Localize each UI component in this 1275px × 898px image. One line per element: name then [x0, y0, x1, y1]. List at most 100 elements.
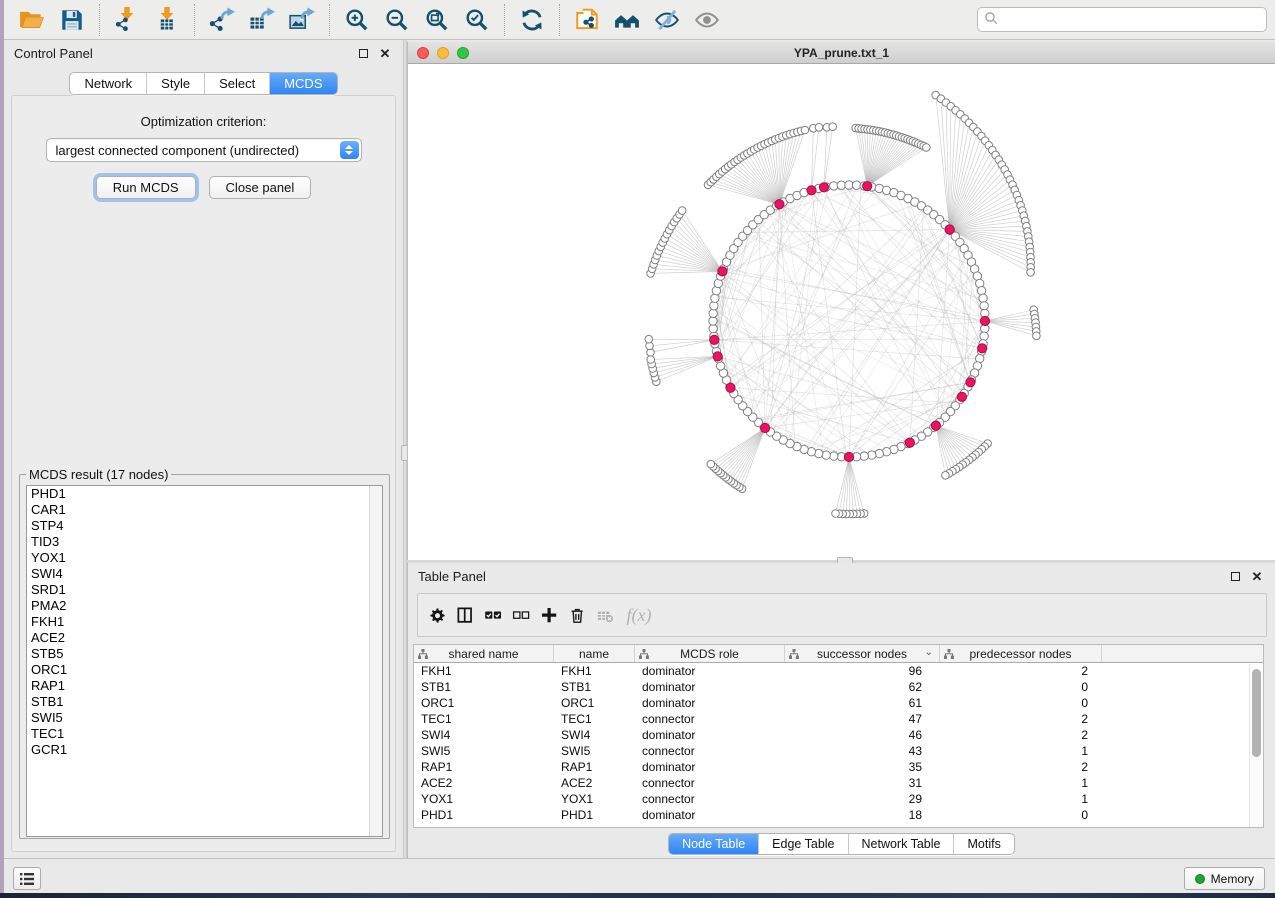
cell-MCDS-role[interactable]: dominator [635, 695, 785, 711]
mcds-result-item[interactable]: TID3 [27, 534, 382, 550]
zoom-fit-button[interactable] [417, 3, 457, 37]
dominator-node[interactable] [718, 267, 727, 276]
mcds-result-item[interactable]: FKH1 [27, 614, 382, 630]
mcds-result-item[interactable]: STP4 [27, 518, 382, 534]
dominator-node[interactable] [905, 438, 914, 447]
task-history-button[interactable] [13, 867, 41, 890]
cell-MCDS-role[interactable]: connector [635, 775, 785, 791]
table-row[interactable]: SWI5SWI5connector431 [414, 743, 1263, 759]
cell-predecessor-nodes[interactable]: 1 [940, 791, 1102, 807]
cell-name[interactable]: ACE2 [554, 775, 635, 791]
cell-MCDS-role[interactable]: connector [635, 711, 785, 727]
cell-predecessor-nodes[interactable]: 2 [940, 759, 1102, 775]
cell-name[interactable]: RAP1 [554, 759, 635, 775]
table-scrollbar-thumb[interactable] [1252, 669, 1261, 757]
select-all-checkboxes-button[interactable] [482, 602, 504, 628]
cell-name[interactable]: SWI5 [554, 743, 635, 759]
table-row[interactable]: SWI4SWI4dominator462 [414, 727, 1263, 743]
refresh-button[interactable] [512, 3, 552, 37]
cell-name[interactable]: FKH1 [554, 663, 635, 679]
cell-MCDS-role[interactable]: connector [635, 743, 785, 759]
window-minimize-button[interactable] [437, 47, 449, 59]
tab-style[interactable]: Style [146, 73, 204, 94]
cell-MCDS-role[interactable]: dominator [635, 759, 785, 775]
import-table-button[interactable] [147, 3, 187, 37]
table-row[interactable]: RAP1RAP1dominator352 [414, 759, 1263, 775]
cell-successor-nodes[interactable]: 18 [785, 807, 940, 823]
export-image-button[interactable] [282, 3, 322, 37]
mcds-result-item[interactable]: SRD1 [27, 582, 382, 598]
cell-name[interactable]: STB1 [554, 679, 635, 695]
table-row[interactable]: TEC1TEC1connector472 [414, 711, 1263, 727]
add-column-button[interactable] [538, 602, 560, 628]
cell-predecessor-nodes[interactable]: 0 [940, 679, 1102, 695]
cell-name[interactable]: TEC1 [554, 711, 635, 727]
cell-predecessor-nodes[interactable]: 2 [940, 711, 1102, 727]
cell-shared-name[interactable]: FKH1 [414, 663, 554, 679]
import-network-button[interactable] [107, 3, 147, 37]
hide-selected-button[interactable] [647, 3, 687, 37]
table-row[interactable]: STB1STB1dominator620 [414, 679, 1263, 695]
column-header-MCDS-role[interactable]: MCDS role [635, 645, 785, 662]
cell-shared-name[interactable]: TEC1 [414, 711, 554, 727]
dominator-node[interactable] [931, 421, 940, 430]
cell-name[interactable]: YOX1 [554, 791, 635, 807]
table-panel-float-button[interactable] [1227, 568, 1243, 584]
table-row[interactable]: PHD1PHD1dominator180 [414, 807, 1263, 823]
cell-MCDS-role[interactable]: dominator [635, 807, 785, 823]
mcds-result-item[interactable]: PHD1 [27, 486, 382, 502]
search-input[interactable] [977, 7, 1267, 32]
mcds-result-item[interactable]: GCR1 [27, 742, 382, 758]
table-panel-close-button[interactable]: ✕ [1249, 568, 1265, 584]
tab-network[interactable]: Network [70, 73, 146, 94]
cell-name[interactable]: SWI4 [554, 727, 635, 743]
cell-shared-name[interactable]: SWI4 [414, 727, 554, 743]
export-network-button[interactable] [202, 3, 242, 37]
cell-shared-name[interactable]: STB1 [414, 679, 554, 695]
cell-predecessor-nodes[interactable]: 0 [940, 695, 1102, 711]
dominator-node[interactable] [726, 383, 735, 392]
new-network-from-selection-button[interactable] [567, 3, 607, 37]
zoom-in-button[interactable] [337, 3, 377, 37]
dominator-node[interactable] [713, 352, 722, 361]
column-header-name[interactable]: name [554, 645, 635, 662]
table-scrollbar[interactable] [1249, 664, 1263, 827]
cell-predecessor-nodes[interactable]: 2 [940, 727, 1102, 743]
network-canvas[interactable] [408, 64, 1275, 560]
mcds-list-scrollbar[interactable] [369, 486, 382, 836]
cell-shared-name[interactable]: ACE2 [414, 775, 554, 791]
cell-shared-name[interactable]: YOX1 [414, 791, 554, 807]
mcds-result-item[interactable]: STB5 [27, 646, 382, 662]
cell-MCDS-role[interactable]: dominator [635, 727, 785, 743]
window-zoom-button[interactable] [457, 47, 469, 59]
cell-successor-nodes[interactable]: 29 [785, 791, 940, 807]
cell-name[interactable]: ORC1 [554, 695, 635, 711]
close-panel-button[interactable]: Close panel [209, 176, 312, 199]
cell-name[interactable]: PHD1 [554, 807, 635, 823]
window-close-button[interactable] [417, 47, 429, 59]
zoom-out-button[interactable] [377, 3, 417, 37]
show-all-button[interactable] [687, 3, 727, 37]
mcds-result-item[interactable]: ACE2 [27, 630, 382, 646]
dominator-node[interactable] [775, 200, 784, 209]
mcds-result-item[interactable]: SWI4 [27, 566, 382, 582]
gear-button[interactable] [426, 602, 448, 628]
dominator-node[interactable] [966, 378, 975, 387]
cell-predecessor-nodes[interactable]: 2 [940, 663, 1102, 679]
cell-shared-name[interactable]: SWI5 [414, 743, 554, 759]
column-header-successor-nodes[interactable]: successor nodes⌄ [785, 645, 940, 662]
zoom-selected-button[interactable] [457, 3, 497, 37]
mcds-result-item[interactable]: CAR1 [27, 502, 382, 518]
cell-MCDS-role[interactable]: dominator [635, 663, 785, 679]
tab-mcds[interactable]: MCDS [269, 73, 336, 94]
mcds-result-item[interactable]: ORC1 [27, 662, 382, 678]
optimization-criterion-select[interactable]: largest connected component (undirected) [46, 138, 362, 162]
dominator-node[interactable] [710, 335, 719, 344]
control-panel-close-button[interactable]: ✕ [377, 45, 393, 61]
cell-successor-nodes[interactable]: 31 [785, 775, 940, 791]
table-row[interactable]: YOX1YOX1connector291 [414, 791, 1263, 807]
first-neighbors-button[interactable] [607, 3, 647, 37]
mcds-result-item[interactable]: STB1 [27, 694, 382, 710]
cell-successor-nodes[interactable]: 35 [785, 759, 940, 775]
table-row[interactable]: FKH1FKH1dominator962 [414, 663, 1263, 679]
